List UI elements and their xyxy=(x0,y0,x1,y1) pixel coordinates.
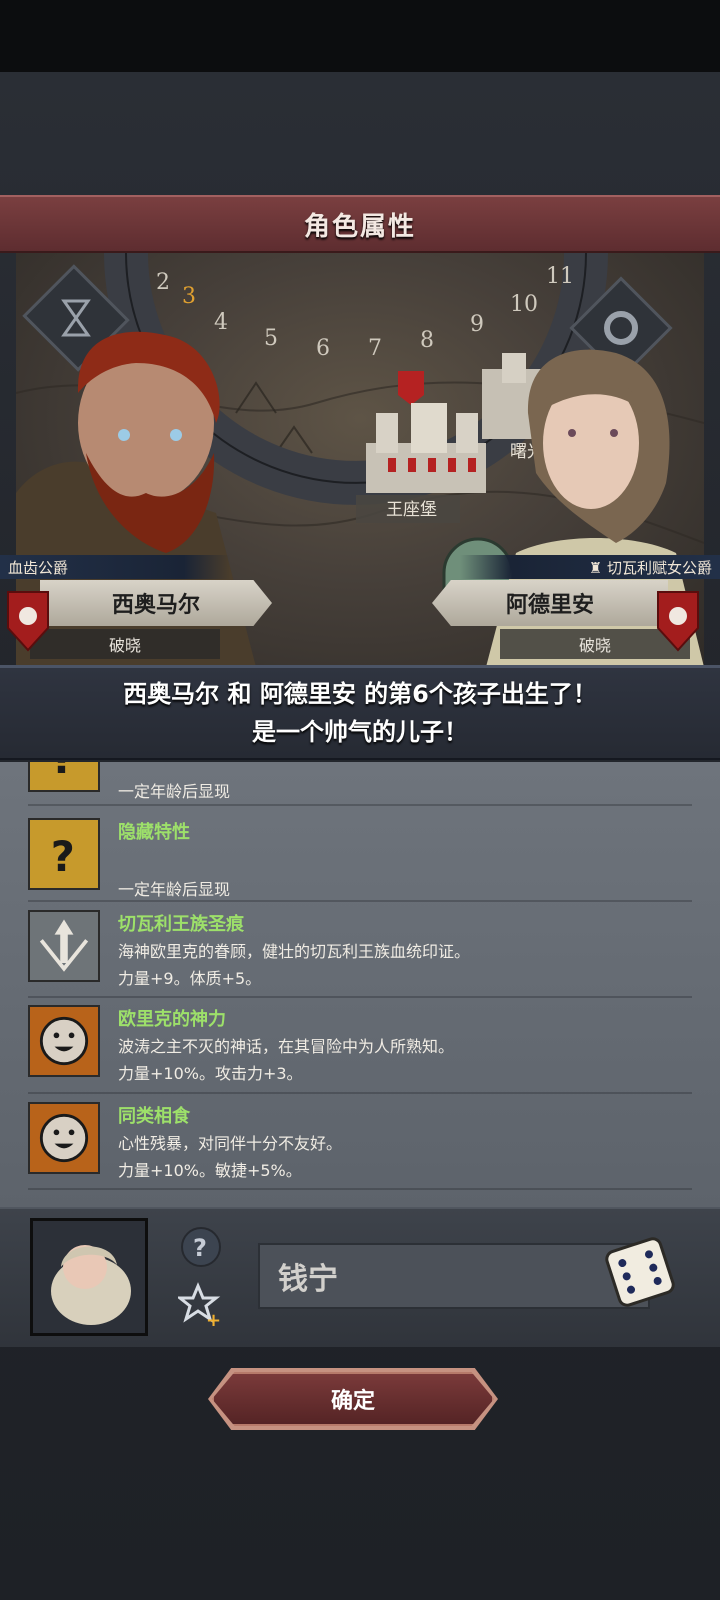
trait-name: 切瓦利王族圣痕 xyxy=(118,914,244,935)
royal-sigil-icon xyxy=(28,910,100,982)
confirm-label: 确定 xyxy=(330,1389,375,1414)
dial-number-1: 2 xyxy=(156,270,170,295)
mother-title-text: 切瓦利赋女公爵 xyxy=(606,559,712,577)
divider xyxy=(28,900,692,902)
dial-number-9: 9 xyxy=(470,312,484,337)
top-bar xyxy=(0,0,720,72)
question-mark-icon: ? xyxy=(28,818,100,890)
star-plus-icon[interactable]: + xyxy=(178,1282,224,1328)
trait-name: 欧里克的神力 xyxy=(118,1009,226,1030)
house-crown-icon: ♜ xyxy=(588,559,607,577)
svg-text:?: ? xyxy=(51,762,75,783)
dial-number-5: 5 xyxy=(264,326,278,351)
dial-number-8: 8 xyxy=(420,328,434,353)
mother-title: ♜ 切瓦利赋女公爵 xyxy=(460,555,720,579)
baby-portrait xyxy=(51,1245,131,1325)
trait-name: 同类相食 xyxy=(118,1106,190,1127)
divider xyxy=(28,996,692,998)
mother-name-plate[interactable]: 阿德里安 xyxy=(432,580,668,626)
trait-stats: 力量+10%。攻击力+3。 xyxy=(118,1064,303,1083)
avatar[interactable] xyxy=(30,1218,148,1336)
trait-desc: 一定年龄后显现 xyxy=(118,782,231,801)
svg-text:?: ? xyxy=(193,1234,207,1262)
dial-number-6: 6 xyxy=(316,336,330,361)
confirm-button[interactable]: 确定 xyxy=(212,1372,494,1426)
trait-list[interactable]: ? 一定年龄后显现 ? 隐藏特性 一定年龄后显现 切瓦利王族圣痕 海神欧里克的眷… xyxy=(0,762,720,1207)
trait-name: 隐藏特性 xyxy=(118,822,190,843)
trait-desc: 波涛之主不灭的神话，在其冒险中为人所熟知。 xyxy=(118,1037,455,1056)
mother-name: 阿德里安 xyxy=(505,593,594,618)
mother-shield-icon xyxy=(657,591,699,652)
announcement-line-1: 西奥马尔 和 阿德里安 的第6个孩子出生了！ xyxy=(123,680,597,708)
question-circle-icon[interactable]: ? xyxy=(180,1226,222,1268)
title-bar: 角色属性 xyxy=(0,195,720,253)
divider xyxy=(28,804,692,806)
divider xyxy=(28,1092,692,1094)
divider xyxy=(28,1188,692,1190)
dice-icon[interactable] xyxy=(600,1232,680,1312)
father-name: 西奥马尔 xyxy=(111,593,200,618)
father-name-plate[interactable]: 西奥马尔 xyxy=(40,580,272,626)
dial-number-3: 3 xyxy=(182,284,196,309)
dial-number-11: 11 xyxy=(546,264,574,289)
trait-desc: 海神欧里克的眷顾，健壮的切瓦利王族血统印证。 xyxy=(118,942,471,961)
trait-desc: 一定年龄后显现 xyxy=(118,880,231,899)
question-mark-icon: ? xyxy=(28,762,100,792)
announcement-line-2: 是一个帅气的儿子！ xyxy=(252,718,468,746)
father-title: 血齿公爵 xyxy=(0,555,230,579)
dial-number-10: 10 xyxy=(510,292,538,317)
dial-number-4: 4 xyxy=(214,310,228,335)
trait-desc: 心性残暴，对同伴十分不友好。 xyxy=(118,1134,343,1153)
svg-text:+: + xyxy=(206,1310,221,1328)
smiley-face-icon xyxy=(28,1102,100,1174)
dial-number-7: 7 xyxy=(368,336,382,361)
father-house: 破晓 xyxy=(30,629,220,659)
page-title: 角色属性 xyxy=(303,211,416,242)
castle-label: 王座堡 xyxy=(386,500,437,520)
trait-stats: 力量+10%。敏捷+5%。 xyxy=(118,1161,302,1180)
trait-stats: 力量+9。体质+5。 xyxy=(118,969,262,988)
castle-icon xyxy=(366,371,486,493)
svg-text:?: ? xyxy=(51,832,75,881)
child-name-input[interactable]: 钱宁 xyxy=(258,1243,650,1309)
birth-announcement: 西奥马尔 和 阿德里安 的第6个孩子出生了！ 是一个帅气的儿子！ xyxy=(0,665,720,760)
smiley-face-icon xyxy=(28,1005,100,1077)
father-shield-icon xyxy=(7,591,49,652)
